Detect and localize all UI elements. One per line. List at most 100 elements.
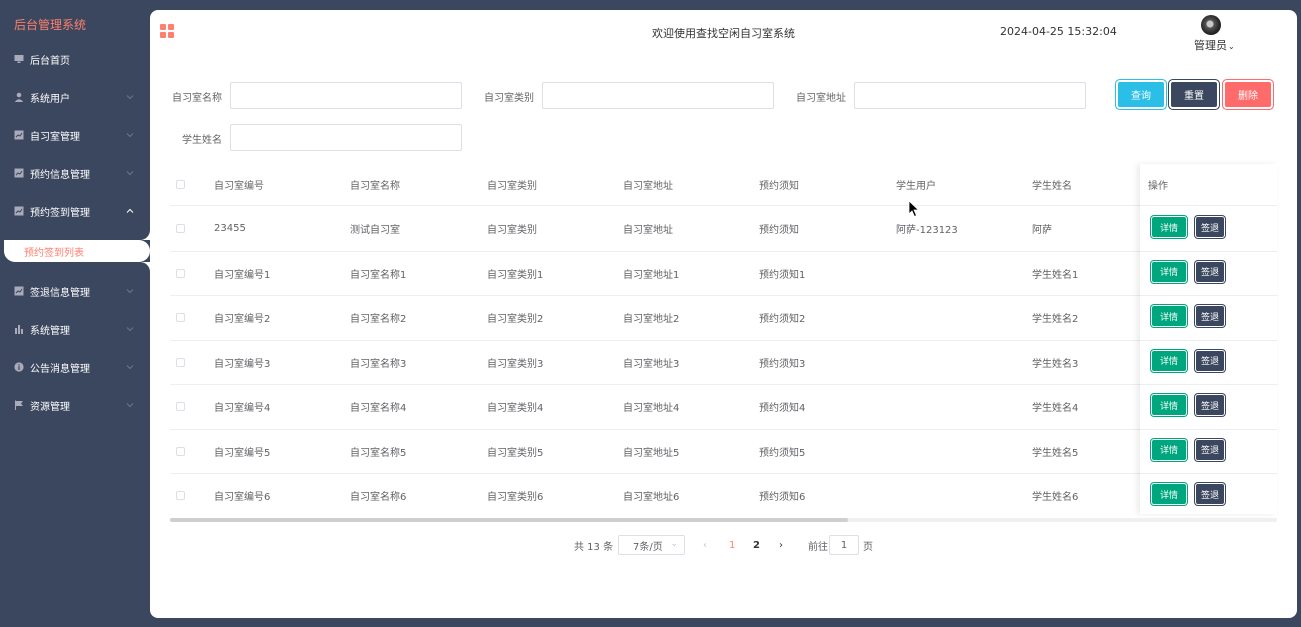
monitor-icon: [14, 54, 24, 64]
total-count: 共 13 条: [574, 541, 614, 553]
sidebar: 后台管理系统 后台首页 系统用户 自习室管理 预约信息管理 预约签到管理 签退信息管理 系统…: [0, 0, 150, 627]
checkout-button[interactable]: 签退: [1196, 306, 1224, 326]
row-checkbox[interactable]: [176, 446, 185, 456]
table-row[interactable]: 自习室编号4 自习室名称4 自习室类别4 自习室地址4 预约须知4 学生姓名4: [170, 385, 1277, 430]
sidebar-item-label: 签退信息管理: [30, 287, 90, 299]
horizontal-scrollbar[interactable]: [170, 518, 1277, 522]
reset-button[interactable]: 重置: [1171, 82, 1217, 107]
checkout-button[interactable]: 签退: [1196, 217, 1224, 237]
sidebar-item[interactable]: 自习室管理: [0, 120, 150, 150]
operation-cell: 详情 签退: [1140, 430, 1277, 474]
table-cell: 自习室编号2: [214, 314, 271, 326]
row-checkbox[interactable]: [176, 491, 185, 501]
page-2[interactable]: 2: [753, 536, 760, 554]
prev-page-icon[interactable]: ‹: [703, 536, 707, 554]
table-cell: 自习室地址6: [623, 492, 680, 504]
avatar[interactable]: [1201, 15, 1221, 35]
next-page-icon[interactable]: ›: [779, 536, 783, 554]
table-cell: 自习室地址5: [623, 447, 680, 459]
sidebar-item[interactable]: 系统管理: [0, 314, 150, 344]
table-cell: 自习室编号5: [214, 447, 271, 459]
submenu-item-checkin-list[interactable]: 预约签到列表: [4, 240, 150, 262]
detail-button[interactable]: 详情: [1152, 484, 1186, 504]
detail-button[interactable]: 详情: [1152, 306, 1186, 326]
detail-button[interactable]: 详情: [1152, 395, 1186, 415]
row-checkbox[interactable]: [176, 357, 185, 367]
table-cell: 自习室名称3: [350, 358, 407, 370]
delete-button[interactable]: 删除: [1225, 82, 1271, 107]
sidebar-item[interactable]: 预约信息管理: [0, 158, 150, 188]
room-type-input[interactable]: [542, 82, 774, 109]
row-checkbox[interactable]: [176, 268, 185, 278]
table-cell: 学生姓名4: [1032, 403, 1079, 415]
col-header: 自习室类别: [487, 181, 537, 192]
detail-button[interactable]: 详情: [1152, 261, 1186, 282]
sidebar-item[interactable]: 预约签到管理: [0, 196, 150, 226]
scrollbar-thumb[interactable]: [170, 518, 848, 522]
info-icon: [14, 362, 24, 372]
chart-icon: [14, 206, 24, 216]
chevron-down-icon: [124, 129, 136, 141]
col-header: 自习室地址: [623, 181, 673, 192]
table-cell: 自习室地址: [623, 225, 673, 237]
user-icon: [14, 92, 24, 102]
checkout-button[interactable]: 签退: [1196, 261, 1224, 282]
checkout-button[interactable]: 签退: [1196, 484, 1224, 504]
user-menu[interactable]: 管理员⌄: [1194, 37, 1235, 53]
chart-icon: [14, 130, 24, 140]
bar-chart-icon: [14, 324, 24, 334]
header: 欢迎使用查找空闲自习室系统 2024-04-25 15:32:04 管理员⌄: [150, 10, 1297, 54]
page-size-value: 7条/页: [633, 541, 663, 553]
sidebar-item[interactable]: 系统用户: [0, 82, 150, 112]
detail-button[interactable]: 详情: [1152, 350, 1186, 371]
room-address-label: 自习室地址: [796, 93, 846, 104]
table-row[interactable]: 23455 测试自习室 自习室类别 自习室地址 预约须知 阿萨-123123 阿萨: [170, 207, 1277, 252]
row-checkbox[interactable]: [176, 313, 185, 323]
table-cell: 自习室类别6: [487, 492, 544, 504]
table-cell: 预约须知2: [759, 314, 806, 326]
table-row[interactable]: 自习室编号2 自习室名称2 自习室类别2 自习室地址2 预约须知2 学生姓名2: [170, 296, 1277, 341]
table-cell: 自习室类别1: [487, 269, 544, 281]
room-name-label: 自习室名称: [172, 93, 222, 104]
room-name-input[interactable]: [230, 82, 462, 109]
table-row[interactable]: 自习室编号3 自习室名称3 自习室类别3 自习室地址3 预约须知3 学生姓名3: [170, 341, 1277, 385]
table-cell: 阿萨: [1032, 225, 1052, 237]
student-name-input[interactable]: [230, 124, 462, 151]
operation-cell: 详情 签退: [1140, 474, 1277, 519]
table-row[interactable]: 自习室编号6 自习室名称6 自习室类别6 自习室地址6 预约须知6 学生姓名6: [170, 474, 1277, 519]
main-panel: 欢迎使用查找空闲自习室系统 2024-04-25 15:32:04 管理员⌄ 自…: [150, 10, 1297, 618]
goto-page-input[interactable]: 1: [829, 535, 859, 555]
row-checkbox[interactable]: [176, 224, 185, 234]
col-header: 自习室编号: [214, 181, 264, 192]
page-1[interactable]: 1: [729, 536, 735, 554]
sidebar-item[interactable]: 资源管理: [0, 390, 150, 420]
detail-button[interactable]: 详情: [1152, 217, 1186, 237]
detail-button[interactable]: 详情: [1152, 439, 1186, 460]
chevron-down-icon: [124, 361, 136, 373]
chart-icon: [14, 286, 24, 296]
table-cell: 自习室地址1: [623, 269, 680, 281]
header-datetime: 2024-04-25 15:32:04: [1000, 25, 1117, 38]
sidebar-item[interactable]: 后台首页: [0, 44, 150, 74]
submenu-item-label: 预约签到列表: [24, 247, 84, 259]
chevron-down-icon: ⌄: [1228, 42, 1235, 51]
checkout-button[interactable]: 签退: [1196, 350, 1224, 371]
chevron-down-icon: [124, 285, 136, 297]
page-size-select[interactable]: 7条/页 ⌄: [618, 535, 685, 555]
sidebar-item-label: 自习室管理: [30, 131, 80, 143]
checkout-button[interactable]: 签退: [1196, 395, 1224, 415]
table-cell: 自习室类别2: [487, 314, 544, 326]
sidebar-item[interactable]: 公告消息管理: [0, 352, 150, 382]
row-checkbox[interactable]: [176, 402, 185, 412]
operation-cell: 详情 签退: [1140, 385, 1277, 430]
table-row[interactable]: 自习室编号5 自习室名称5 自习室类别5 自习室地址5 预约须知5 学生姓名5: [170, 430, 1277, 474]
room-address-input[interactable]: [854, 82, 1086, 109]
table-cell: 自习室编号6: [214, 492, 271, 504]
table-cell: 自习室编号4: [214, 403, 271, 415]
select-all-checkbox[interactable]: [176, 180, 185, 189]
checkout-button[interactable]: 签退: [1196, 439, 1224, 460]
sidebar-item[interactable]: 签退信息管理: [0, 276, 150, 306]
menu-toggle-icon[interactable]: [160, 24, 174, 38]
query-button[interactable]: 查询: [1118, 82, 1164, 107]
table-row[interactable]: 自习室编号1 自习室名称1 自习室类别1 自习室地址1 预约须知1 学生姓名1: [170, 252, 1277, 296]
